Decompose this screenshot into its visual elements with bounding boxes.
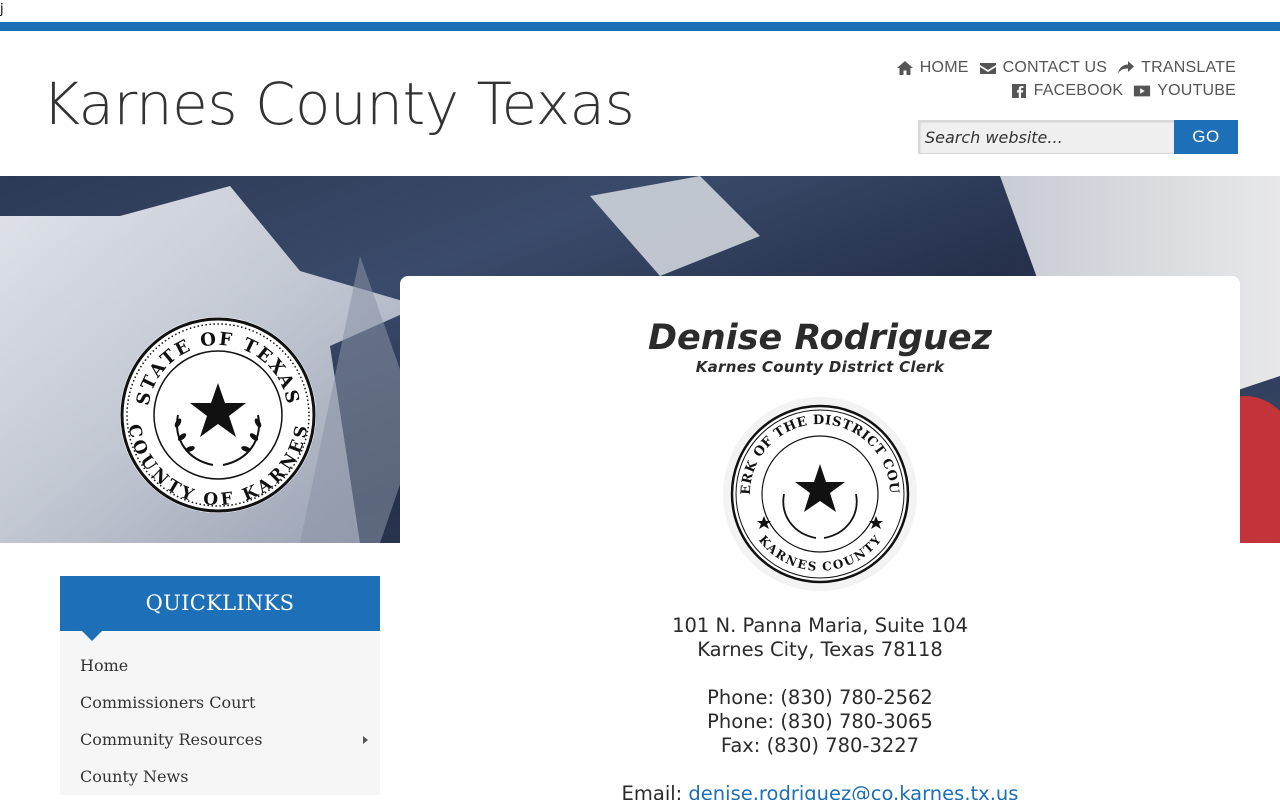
envelope-icon — [979, 62, 996, 74]
top-links: HOME CONTACT US TRANSLATE FACEBOOK YOUTU… — [896, 56, 1236, 102]
quicklink-county-news[interactable]: County News — [60, 758, 380, 795]
address-line-1: 101 N. Panna Maria, Suite 104 — [672, 614, 968, 637]
site-title[interactable]: Karnes County Texas — [42, 70, 635, 138]
profile-card: Denise Rodriguez Karnes County District … — [400, 276, 1240, 800]
stray-text: j — [0, 2, 4, 17]
search-go-button[interactable]: GO — [1174, 120, 1238, 154]
facebook-link-label: FACEBOOK — [1033, 81, 1124, 99]
youtube-link[interactable]: YOUTUBE — [1133, 82, 1236, 100]
home-icon — [896, 60, 913, 75]
youtube-link-label: YOUTUBE — [1157, 81, 1236, 99]
profile-role: Karnes County District Clerk — [695, 358, 945, 376]
search-form: GO — [918, 120, 1238, 154]
email-link[interactable]: denise.rodriguez@co.karnes.tx.us — [688, 782, 1018, 800]
youtube-icon — [1134, 85, 1151, 96]
quicklink-label: Home — [80, 656, 129, 675]
email-label: Email: — [621, 782, 683, 800]
contact-info: 101 N. Panna Maria, Suite 104 Karnes Cit… — [400, 614, 1240, 800]
quicklink-home[interactable]: Home — [60, 647, 380, 684]
top-accent-bar — [0, 22, 1280, 31]
translate-link-label: TRANSLATE — [1141, 58, 1236, 76]
translate-link[interactable]: TRANSLATE — [1117, 59, 1236, 77]
contact-link[interactable]: CONTACT US — [979, 59, 1108, 77]
phone-line-1: Phone: (830) 780-2562 — [707, 686, 933, 709]
contact-link-label: CONTACT US — [1002, 58, 1108, 76]
phone-line-2: Phone: (830) 780-3065 — [707, 710, 933, 733]
quicklink-community-resources[interactable]: Community Resources — [60, 721, 380, 758]
district-clerk-seal: CLERK OF THE DISTRICT COURT KARNES COUNT… — [722, 396, 917, 591]
quicklink-label: County News — [80, 767, 189, 786]
facebook-icon — [1011, 83, 1026, 98]
quicklink-label: Community Resources — [80, 730, 263, 749]
quicklink-commissioners-court[interactable]: Commissioners Court — [60, 684, 380, 721]
county-seal: STATE OF TEXAS COUNTY OF KARNES — [120, 317, 316, 513]
share-arrow-icon — [1118, 60, 1135, 74]
quicklinks-title: QUICKLINKS — [60, 576, 380, 641]
email-line: Email: denise.rodriguez@co.karnes.tx.us — [400, 782, 1240, 800]
home-link[interactable]: HOME — [896, 59, 969, 77]
profile-name: Denise Rodriguez — [647, 318, 993, 358]
quicklinks-panel: QUICKLINKS Home Commissioners Court Comm… — [60, 576, 380, 795]
submenu-arrow-icon — [363, 736, 368, 744]
quicklink-label: Commissioners Court — [80, 693, 256, 712]
home-link-label: HOME — [919, 58, 969, 76]
facebook-link[interactable]: FACEBOOK — [1010, 82, 1124, 100]
search-input[interactable] — [918, 120, 1174, 154]
fax-line: Fax: (830) 780-3227 — [720, 734, 920, 757]
address-line-2: Karnes City, Texas 78118 — [697, 638, 943, 661]
